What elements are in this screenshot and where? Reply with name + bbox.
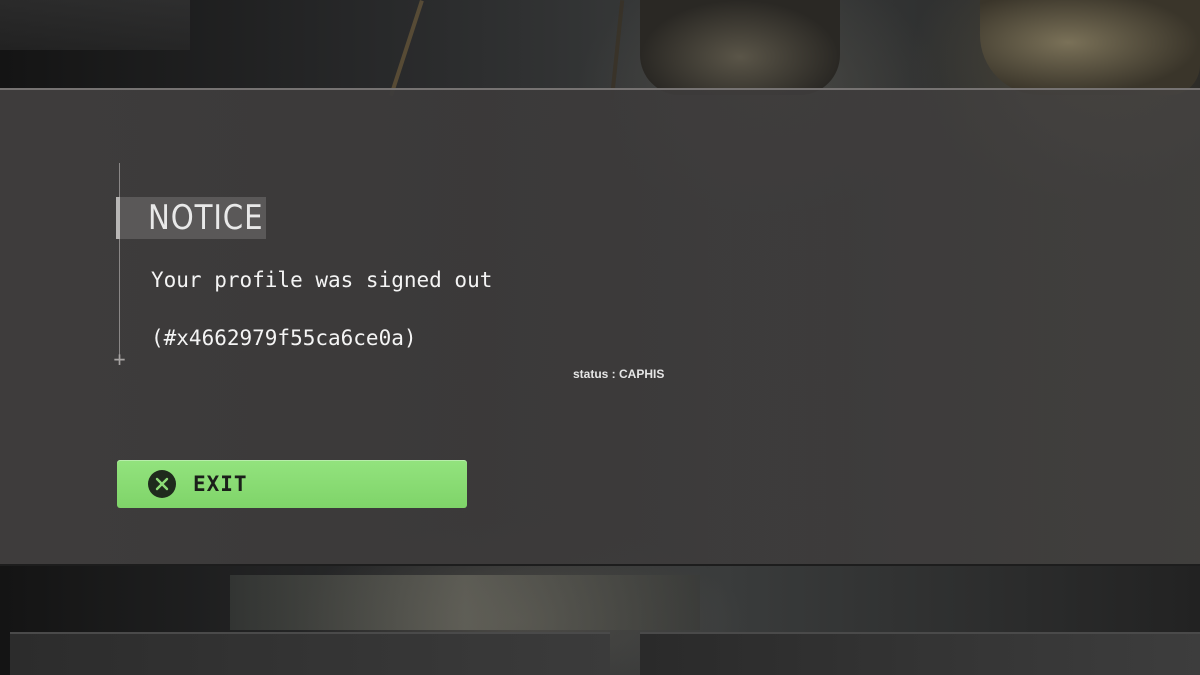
plus-marker-icon: + [113,347,126,371]
background-rope [609,0,625,100]
status-text: status : CAPHIS [573,367,665,381]
background-rope [389,0,424,97]
cross-button-icon [148,470,176,498]
background-menu-card [10,632,610,675]
error-code: (#x4662979f55ca6ce0a) [151,326,417,350]
exit-button[interactable]: EXIT [117,460,467,508]
background-soldier-figure [640,0,840,95]
background-menu-card [640,632,1200,675]
background-soldier-figure [980,0,1200,95]
notice-message: Your profile was signed out [151,268,493,292]
game-screen: + NOTICE Your profile was signed out (#x… [0,0,1200,675]
notice-title: NOTICE [148,198,264,238]
background-map-art [230,575,700,630]
exit-button-label: EXIT [193,472,248,496]
decorative-guide-line [119,163,120,363]
background-title-art [0,0,190,50]
